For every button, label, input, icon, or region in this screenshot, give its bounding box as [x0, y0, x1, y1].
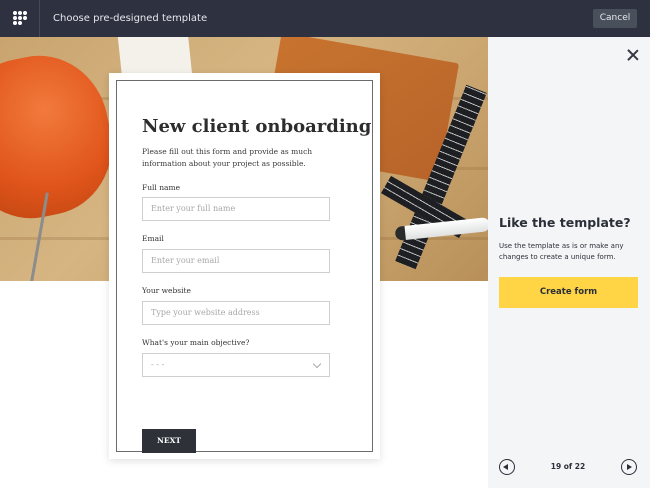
template-counter: 19 of 22	[550, 462, 586, 471]
chevron-right-icon	[627, 464, 632, 470]
form-card: New client onboarding Please fill out th…	[109, 73, 380, 459]
previous-template-button[interactable]	[499, 459, 515, 475]
form-description: Please fill out this form and provide as…	[142, 147, 313, 168]
objective-select[interactable]: - - -	[142, 353, 330, 377]
top-bar: Choose pre-designed template Cancel	[0, 0, 650, 37]
page-title: Choose pre-designed template	[53, 13, 208, 24]
chevron-left-icon	[503, 464, 508, 470]
form-title: New client onboarding	[142, 116, 372, 137]
email-field[interactable]: Enter your email	[142, 249, 330, 273]
create-form-button[interactable]: Create form	[499, 277, 638, 308]
full-name-placeholder: Enter your full name	[151, 204, 236, 213]
website-field[interactable]: Type your website address	[142, 301, 330, 325]
full-name-label: Full name	[142, 183, 181, 192]
objective-label: What's your main objective?	[142, 338, 250, 347]
side-title: Like the template?	[499, 215, 631, 230]
template-preview: New client onboarding Please fill out th…	[0, 37, 488, 488]
close-icon[interactable]	[627, 49, 639, 61]
chevron-down-icon	[312, 359, 322, 369]
logo-dots-icon	[13, 11, 28, 26]
email-label: Email	[142, 234, 164, 243]
cancel-button[interactable]: Cancel	[593, 9, 637, 28]
next-template-button[interactable]	[621, 459, 637, 475]
website-label: Your website	[142, 286, 191, 295]
full-name-field[interactable]: Enter your full name	[142, 197, 330, 221]
website-placeholder: Type your website address	[151, 308, 260, 317]
app-logo[interactable]	[0, 0, 40, 37]
objective-placeholder: - - -	[151, 360, 165, 369]
email-placeholder: Enter your email	[151, 256, 220, 265]
next-button[interactable]: NEXT	[142, 429, 196, 453]
side-description: Use the template as is or make any chang…	[499, 242, 624, 261]
side-panel: Like the template? Use the template as i…	[488, 37, 650, 488]
